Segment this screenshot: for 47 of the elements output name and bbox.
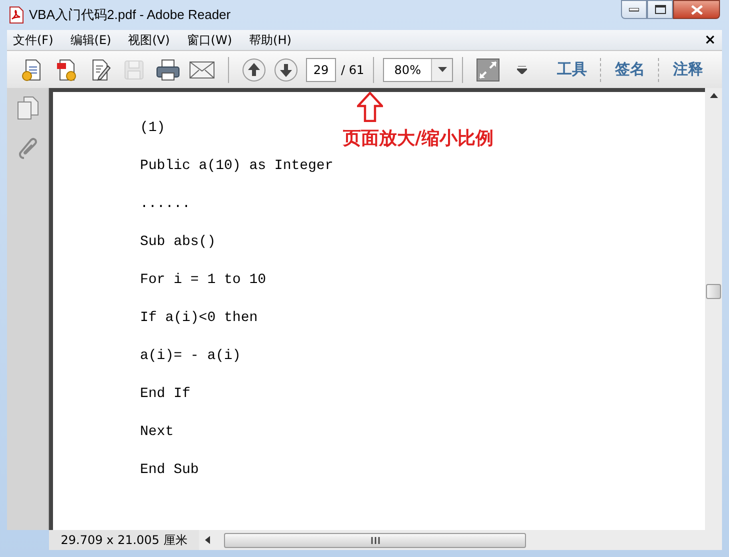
previous-page-button[interactable] bbox=[242, 58, 266, 82]
code-line: End If bbox=[140, 386, 192, 403]
panel-tab[interactable]: 注释 bbox=[660, 60, 716, 79]
paperclip-icon[interactable] bbox=[18, 136, 38, 160]
annotation-text: 页面放大/缩小比例 bbox=[343, 127, 494, 150]
minimize-icon bbox=[629, 8, 639, 12]
maximize-button[interactable] bbox=[647, 0, 673, 19]
vertical-scrollbar[interactable] bbox=[705, 88, 722, 530]
close-icon bbox=[690, 4, 702, 14]
caret-icon bbox=[438, 67, 447, 72]
page-total: / 61 bbox=[341, 62, 364, 76]
menu-item[interactable]: 帮助(H) bbox=[249, 32, 292, 48]
scroll-thumb[interactable] bbox=[706, 284, 721, 299]
code-line: (1) bbox=[140, 120, 166, 137]
close-button[interactable] bbox=[673, 0, 720, 19]
code-line: Public a(10) as Integer bbox=[140, 158, 334, 175]
panel-tab[interactable]: 工具 bbox=[544, 60, 600, 79]
code-line: Next bbox=[140, 424, 175, 441]
zoom-dropdown[interactable]: 80% bbox=[383, 58, 454, 82]
grip-icon bbox=[370, 536, 380, 544]
code-line: For i = 1 to 10 bbox=[140, 272, 268, 289]
menu-item[interactable]: 文件(F) bbox=[13, 32, 54, 48]
menu-item[interactable]: 编辑(E) bbox=[70, 32, 112, 48]
scroll-left-icon[interactable] bbox=[205, 536, 210, 544]
page-size-label: 29.709 x 21.005 厘米 bbox=[49, 530, 199, 550]
code-line: End Sub bbox=[140, 462, 200, 479]
scroll-up-icon[interactable] bbox=[710, 93, 718, 98]
dropdown-icon[interactable] bbox=[517, 66, 528, 74]
up-arrow-icon bbox=[357, 92, 384, 122]
close-document-button[interactable]: × bbox=[704, 32, 716, 48]
code-line: a(i)= - a(i) bbox=[140, 348, 242, 365]
code-line: ...... bbox=[140, 196, 192, 213]
code-line: If a(i)<0 then bbox=[140, 310, 259, 327]
maximize-icon bbox=[654, 5, 666, 14]
code-line: Sub abs() bbox=[140, 234, 217, 251]
full-screen-icon[interactable] bbox=[474, 56, 502, 84]
horizontal-scrollbar[interactable] bbox=[199, 530, 722, 550]
menu-item[interactable]: 视图(V) bbox=[128, 32, 170, 48]
pdf-file-icon bbox=[8, 6, 24, 24]
pages-icon[interactable] bbox=[16, 96, 38, 120]
window-title: VBA入门代码2.pdf - Adobe Reader bbox=[29, 6, 231, 24]
panel-tab[interactable]: 签名 bbox=[602, 60, 658, 79]
minimize-button[interactable] bbox=[621, 0, 647, 19]
scroll-thumb[interactable] bbox=[224, 532, 526, 548]
next-page-button[interactable] bbox=[274, 58, 298, 82]
page-number-field[interactable]: 29 bbox=[306, 58, 336, 82]
menu-item[interactable]: 窗口(W) bbox=[186, 32, 232, 48]
